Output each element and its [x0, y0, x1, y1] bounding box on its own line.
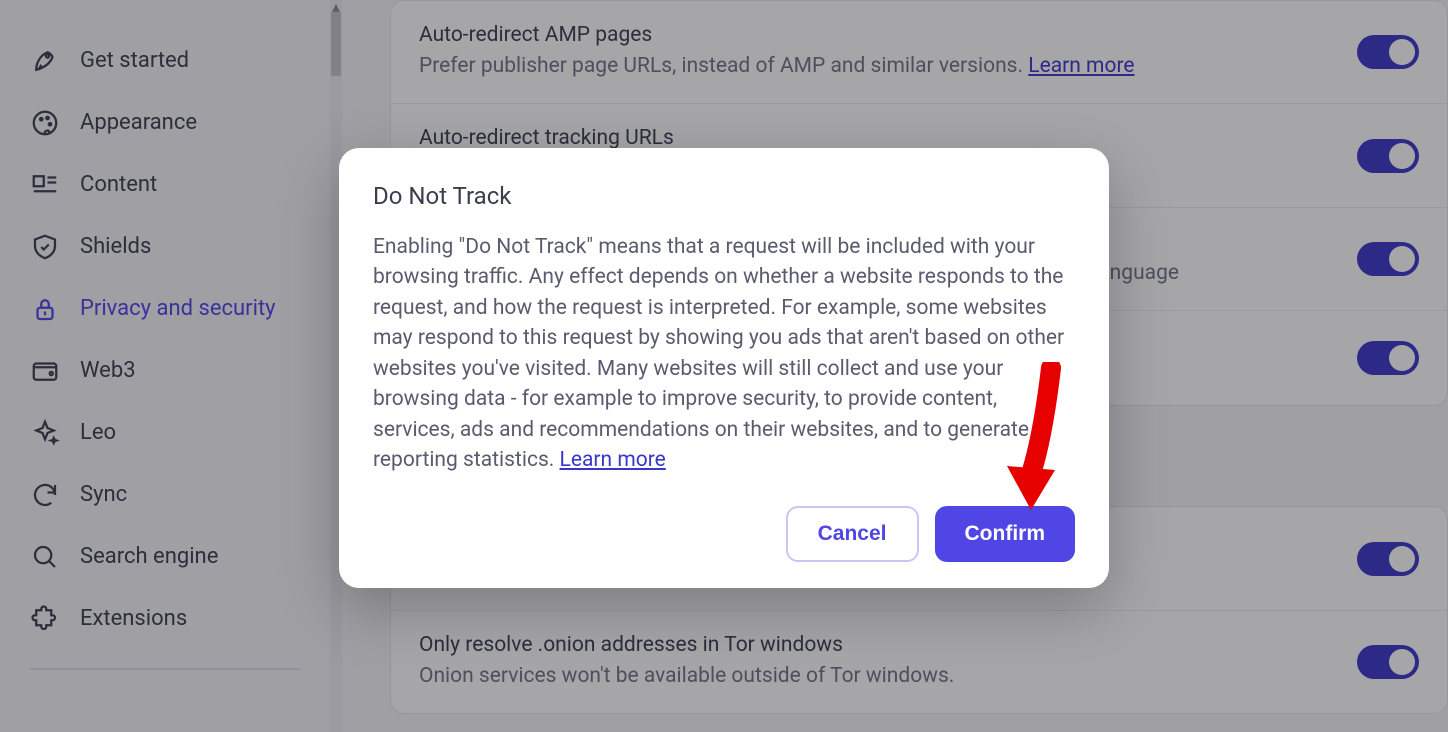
confirm-button[interactable]: Confirm [935, 506, 1076, 562]
modal-overlay: Do Not Track Enabling "Do Not Track" mea… [0, 0, 1448, 732]
dialog-body: Enabling "Do Not Track" means that a req… [373, 232, 1075, 476]
dialog-actions: Cancel Confirm [373, 506, 1075, 562]
cancel-button[interactable]: Cancel [786, 506, 919, 562]
learn-more-link[interactable]: Learn more [560, 448, 666, 472]
dialog-title: Do Not Track [373, 182, 1075, 210]
do-not-track-dialog: Do Not Track Enabling "Do Not Track" mea… [339, 148, 1109, 588]
